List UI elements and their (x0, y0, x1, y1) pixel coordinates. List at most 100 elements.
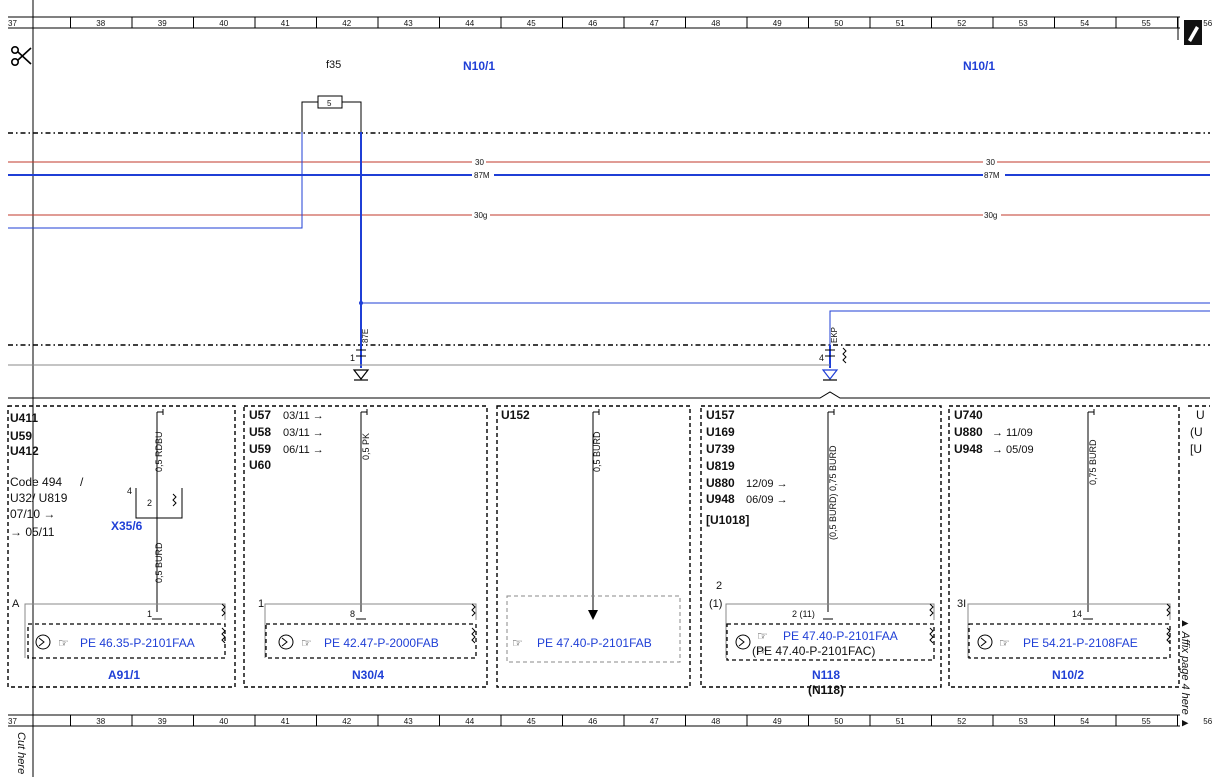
bottom-ruler: 37 38 39 40 41 42 43 44 45 46 47 48 49 50 51 52 53 54 55 56 (8, 714, 1213, 727)
fuse-number: 5 (327, 99, 332, 108)
x35-pin-4: 4 (127, 486, 132, 496)
main-wires (359, 132, 1210, 368)
section-a91-1: U411 U59 U412 Code 494 / U32/ U819 07/10… (10, 409, 226, 682)
date-until: → 05/11 (10, 525, 55, 539)
ruler-number: 41 (281, 19, 290, 28)
ruler-number: 49 (773, 717, 782, 726)
date-u59: 06/11 → (283, 444, 324, 456)
date-u880: → 11/09 (992, 427, 1033, 439)
scissors-icon (11, 45, 32, 66)
date-u58: 03/11 → (283, 427, 324, 439)
pointing-hand-icon: ☞ (999, 636, 1010, 650)
ruler-number: 50 (834, 717, 843, 726)
ruler-number: 56 (1203, 717, 1212, 726)
bus-30-label: 30 (475, 158, 484, 167)
ground-symbol-icon (821, 369, 839, 381)
component-n10-2: N10/2 (1052, 668, 1084, 682)
ruler-number: 42 (342, 717, 351, 726)
ruler-number: 53 (1019, 19, 1028, 28)
code-u948: U948 (954, 442, 983, 456)
code-u948: U948 (706, 492, 735, 506)
ref-n118-alt[interactable]: (PE 47.40-P-2101FAC) (752, 644, 875, 658)
ruler-number: 55 (1142, 19, 1151, 28)
top-ruler: 37 38 39 40 41 42 43 44 45 46 47 48 49 50 51 52 53 54 55 56 (8, 16, 1213, 29)
ruler-number: 56 (1203, 19, 1212, 28)
module-label-n10-1-right: N10/1 (963, 59, 995, 73)
fuse-f35: 5 (301, 95, 362, 132)
section-n118: U157 U169 U739 U819 U880 12/09 → U948 06… (706, 408, 935, 697)
x35-pin-2: 2 (147, 498, 152, 508)
pin-n30-4: 8 (350, 609, 355, 619)
corner-3i: 3I (957, 598, 966, 610)
ruler-number: 44 (465, 19, 474, 28)
pin-n10-2: 14 (1072, 609, 1082, 619)
date-from: 07/10 → (10, 507, 55, 521)
ref-n30-4[interactable]: PE 42.47-P-2000FAB (324, 636, 439, 650)
ruler-number: 42 (342, 19, 351, 28)
code-u-partial-2: (U (1190, 425, 1203, 439)
component-n118-alt: (N118) (808, 683, 844, 697)
corner-2: 2 (716, 580, 722, 592)
ruler-number: 52 (957, 19, 966, 28)
wire-pk: 0,5 PK (361, 433, 371, 460)
ruler-number: 54 (1080, 717, 1089, 726)
ground-symbol-icon (735, 634, 751, 650)
code-u169: U169 (706, 425, 735, 439)
code-u-partial-3: [U (1190, 442, 1202, 456)
section-n10-2: U740 U880 → 11/09 U948 → 05/09 0,75 BURD… (954, 408, 1171, 682)
ground-symbol-icon (352, 369, 370, 381)
ruler-number: 41 (281, 717, 290, 726)
section-partial-right: U (U [U (1190, 408, 1205, 456)
wire-burd: 0,5 BURD (154, 542, 164, 583)
ruler-number: 38 (96, 717, 105, 726)
ref-n10-2[interactable]: PE 54.21-P-2108FAE (1023, 636, 1138, 650)
fuse-label: f35 (326, 59, 341, 71)
ruler-number: 43 (404, 19, 413, 28)
wire-ekp-label: EKP (830, 327, 839, 343)
ref-u152[interactable]: PE 47.40-P-2101FAB (537, 636, 652, 650)
component-a91-1: A91/1 (108, 668, 140, 682)
section-n30-4: U57 03/11 → U58 03/11 → U59 06/11 → U60 … (249, 408, 477, 682)
code-u412: U412 (10, 444, 39, 458)
wire-87e-label: 87E (361, 329, 370, 343)
code-u57: U57 (249, 408, 271, 422)
code-u-partial-1: U (1196, 408, 1205, 422)
connector-x35-6: X35/6 (111, 519, 143, 533)
ref-a91-1[interactable]: PE 46.35-P-2101FAA (80, 636, 195, 650)
date-u948: → 05/09 (992, 444, 1034, 456)
ruler-number: 47 (650, 19, 659, 28)
bus-87m-label: 87M (474, 171, 490, 180)
ref-n118[interactable]: PE 47.40-P-2101FAA (783, 629, 898, 643)
bus-87m-label-right: 87M (984, 171, 1000, 180)
module-label-n10-1-left: N10/1 (463, 59, 495, 73)
ruler-number: 50 (834, 19, 843, 28)
ruler-number: 43 (404, 717, 413, 726)
code-u152: U152 (501, 408, 530, 422)
code-u740: U740 (954, 408, 983, 422)
wire-burd: (0,5 BURD) 0,75 BURD (828, 445, 838, 540)
section-u152: U152 0,5 BURD ☞ PE 47.40-P-2101FAB (501, 408, 681, 663)
ruler-number: 51 (896, 717, 905, 726)
pin-a91-1: 1 (147, 609, 152, 619)
ruler-number: 48 (711, 19, 720, 28)
ruler-number: 48 (711, 717, 720, 726)
ruler-number: 47 (650, 717, 659, 726)
pointing-hand-icon: ☞ (301, 636, 312, 650)
pointing-hand-icon: ☞ (512, 636, 523, 650)
pencil-icon[interactable] (1184, 20, 1202, 45)
bus-30g-label-right: 30g (984, 211, 997, 220)
corner-a: A (12, 598, 20, 610)
code-u739: U739 (706, 442, 735, 456)
ruler-number: 46 (588, 717, 597, 726)
component-n30-4: N30/4 (352, 668, 384, 682)
ruler-number: 46 (588, 19, 597, 28)
pin-n118: 2 (11) (792, 609, 815, 619)
code-u157: U157 (706, 408, 735, 422)
ruler-number: 37 (8, 19, 17, 28)
code-u60: U60 (249, 458, 271, 472)
code-494: Code 494 (10, 475, 62, 489)
component-n118: N118 (812, 668, 840, 682)
ground-symbol-icon (35, 634, 51, 650)
cut-here-label: Cut here (15, 732, 27, 774)
code-u819: U819 (706, 459, 735, 473)
